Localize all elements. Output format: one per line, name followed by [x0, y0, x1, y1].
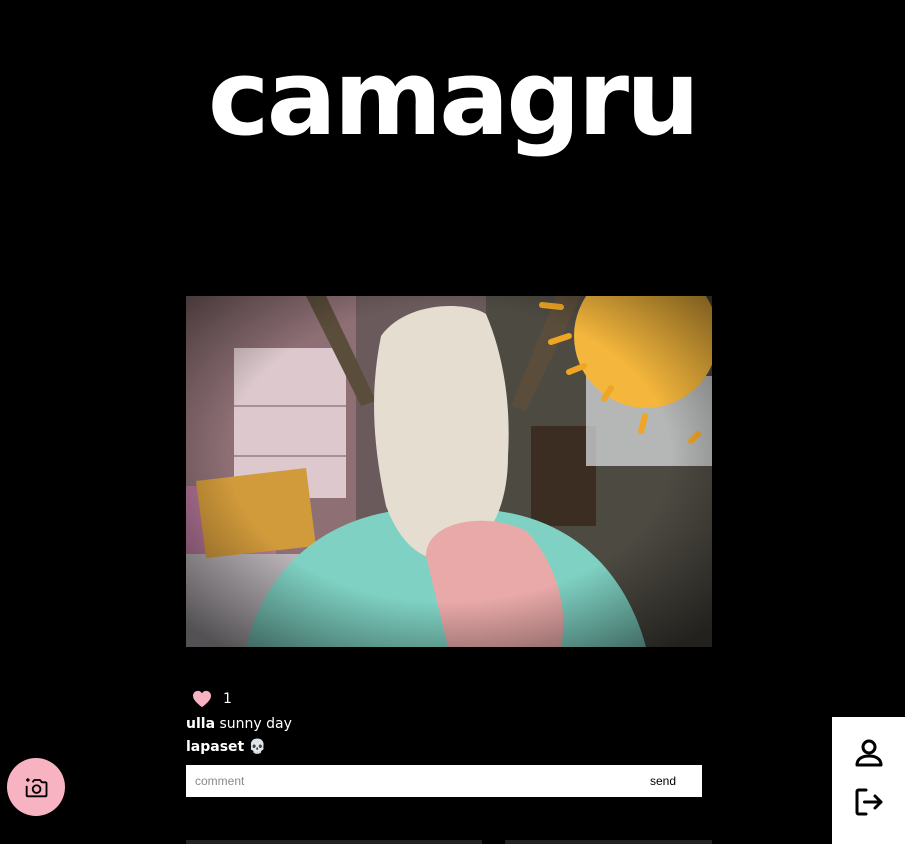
post-actions: 1 — [192, 689, 232, 709]
user-profile-icon[interactable] — [851, 735, 887, 771]
add-photo-camera-icon — [25, 778, 48, 798]
comment-input[interactable] — [186, 766, 644, 796]
post-caption: ulla sunny day — [186, 715, 292, 733]
comment-username[interactable]: lapaset — [186, 739, 244, 755]
logout-icon[interactable] — [851, 784, 887, 820]
next-post-photo[interactable] — [186, 840, 482, 844]
app-logo[interactable]: camagru — [0, 38, 905, 158]
heart-icon[interactable] — [192, 690, 212, 708]
add-photo-button[interactable] — [7, 758, 65, 816]
comment-text: 💀 — [248, 739, 267, 755]
side-menu — [832, 717, 905, 844]
caption-text: sunny day — [219, 716, 292, 732]
like-count: 1 — [223, 691, 232, 707]
comment-form: send — [186, 765, 702, 797]
send-button[interactable]: send — [644, 773, 682, 789]
post-photo[interactable] — [186, 296, 712, 647]
next-post-photo[interactable] — [505, 840, 712, 844]
comment-item: lapaset 💀 — [186, 738, 266, 756]
caption-username[interactable]: ulla — [186, 716, 215, 732]
